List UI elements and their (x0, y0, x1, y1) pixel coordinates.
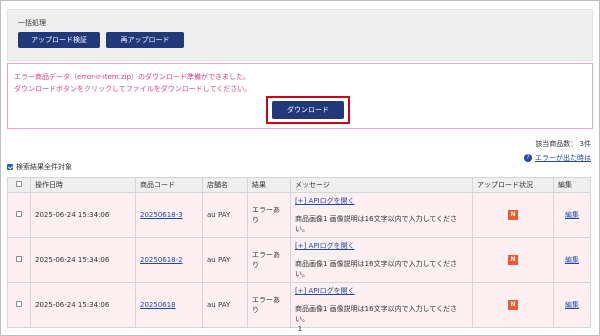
api-log-link[interactable]: [+] APIログを開く (295, 286, 468, 296)
table-row: 2025-06-24 15:34:06 20250618 au PAY エラーあ… (7, 282, 591, 328)
notice-line-2: ダウンロードボタンをクリックしてファイルをダウンロードしてください。 (14, 85, 252, 93)
row-status-cell: N (472, 237, 554, 283)
header-edit: 編集 (553, 177, 591, 193)
edit-link[interactable]: 編集 (565, 211, 579, 219)
row-checkbox[interactable] (16, 301, 22, 307)
edit-link[interactable]: 編集 (565, 301, 579, 309)
row-message-cell: [+] APIログを開く 商品画像1 画像説明は16文字以内で入力してください。 (290, 192, 473, 238)
table-row: 2025-06-24 15:34:06 20250618-3 au PAY エラ… (7, 192, 591, 238)
row-datetime: 2025-06-24 15:34:06 (30, 237, 136, 283)
row-result: エラーあり (247, 237, 291, 283)
header-checkbox[interactable] (16, 181, 22, 187)
table-header-row: 操作日時 商品コード 店舗名 結果 メッセージ アップロード状況 編集 (7, 177, 591, 193)
row-message: 商品画像1 画像説明は16文字以内で入力してください。 (295, 305, 458, 323)
product-code-link[interactable]: 20250618-2 (140, 256, 183, 264)
row-datetime: 2025-06-24 15:34:06 (30, 192, 136, 238)
bulk-actions-title: 一括処理 (18, 19, 46, 27)
select-all-label: 検索結果全件対象 (16, 163, 72, 171)
main-panel: 一括処理 アップロード検証 再アップロード エラー商品データ（error-ir-… (0, 0, 600, 336)
row-status-cell: N (472, 192, 554, 238)
row-datetime: 2025-06-24 15:34:06 (30, 282, 136, 328)
header-checkbox-cell (7, 177, 31, 193)
row-message: 商品画像1 画像説明は16文字以内で入力してください。 (295, 260, 458, 278)
header-message: メッセージ (290, 177, 473, 193)
help-link-label: エラーが出た時は (535, 154, 591, 162)
header-upload-status: アップロード状況 (472, 177, 554, 193)
product-code-link[interactable]: 20250618 (140, 301, 176, 309)
api-log-link[interactable]: [+] APIログを開く (295, 196, 468, 206)
row-checkbox-cell (7, 282, 31, 328)
row-product-code-cell: 20250618-2 (135, 237, 203, 283)
notice-line-1: エラー商品データ（error-ir-item.zip）のダウンロード準備ができま… (14, 73, 251, 81)
question-icon: ? (524, 154, 532, 162)
results-table: 操作日時 商品コード 店舗名 結果 メッセージ アップロード状況 編集 2025… (7, 177, 591, 328)
header-store: 店舗名 (202, 177, 248, 193)
pagination-current-page[interactable]: 1 (1, 325, 599, 333)
status-badge: N (508, 300, 518, 310)
row-edit-cell: 編集 (553, 192, 591, 238)
select-all-checkbox[interactable] (7, 164, 13, 170)
bulk-actions-panel: 一括処理 アップロード検証 再アップロード (7, 9, 593, 61)
row-status-cell: N (472, 282, 554, 328)
row-product-code-cell: 20250618-3 (135, 192, 203, 238)
row-store: au PAY (202, 282, 248, 328)
select-all-results[interactable]: 検索結果全件対象 (7, 162, 72, 172)
row-result: エラーあり (247, 282, 291, 328)
row-message-cell: [+] APIログを開く 商品画像1 画像説明は16文字以内で入力してください。 (290, 237, 473, 283)
edit-link[interactable]: 編集 (565, 256, 579, 264)
header-datetime: 操作日時 (30, 177, 136, 193)
help-link[interactable]: ? エラーが出た時は (524, 153, 591, 163)
status-badge: N (508, 255, 518, 265)
header-product-code: 商品コード (135, 177, 203, 193)
header-result: 結果 (247, 177, 291, 193)
product-code-link[interactable]: 20250618-3 (140, 211, 183, 219)
row-product-code-cell: 20250618 (135, 282, 203, 328)
row-checkbox[interactable] (16, 211, 22, 217)
upload-verify-button[interactable]: アップロード検証 (18, 32, 100, 48)
row-checkbox[interactable] (16, 256, 22, 262)
row-message-cell: [+] APIログを開く 商品画像1 画像説明は16文字以内で入力してください。 (290, 282, 473, 328)
row-store: au PAY (202, 237, 248, 283)
status-badge: N (508, 210, 518, 220)
download-notice: エラー商品データ（error-ir-item.zip）のダウンロード準備ができま… (7, 63, 593, 129)
row-checkbox-cell (7, 237, 31, 283)
reupload-button[interactable]: 再アップロード (106, 32, 184, 48)
row-store: au PAY (202, 192, 248, 238)
download-button[interactable]: ダウンロード (272, 101, 344, 119)
row-checkbox-cell (7, 192, 31, 238)
table-row: 2025-06-24 15:34:06 20250618-2 au PAY エラ… (7, 237, 591, 283)
row-edit-cell: 編集 (553, 237, 591, 283)
api-log-link[interactable]: [+] APIログを開く (295, 241, 468, 251)
row-message: 商品画像1 画像説明は16文字以内で入力してください。 (295, 215, 458, 233)
row-edit-cell: 編集 (553, 282, 591, 328)
result-count: 該当商品数： 3件 (535, 140, 591, 148)
row-result: エラーあり (247, 192, 291, 238)
